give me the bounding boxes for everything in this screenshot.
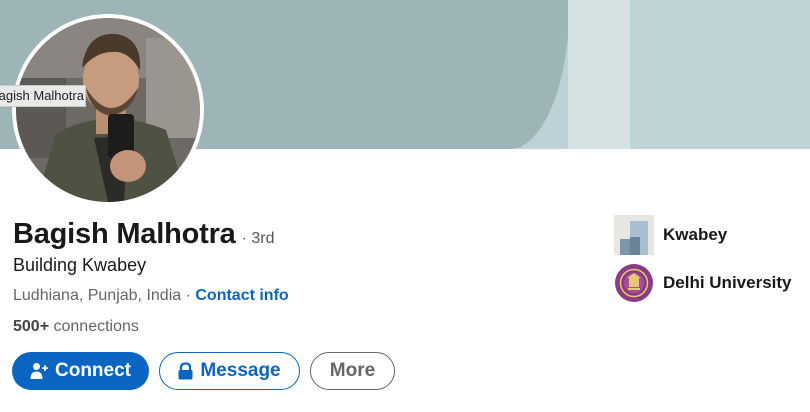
profile-name: Bagish Malhotra (13, 218, 236, 250)
lock-icon (178, 362, 193, 380)
contact-info-link[interactable]: Contact info (195, 287, 288, 304)
connections-count[interactable]: 500+ connections (13, 318, 139, 336)
add-person-icon (30, 362, 48, 380)
company-name: Kwabey (663, 225, 728, 244)
school-name: Delhi University (663, 273, 792, 292)
profile-headline: Building Kwabey (13, 255, 147, 275)
connect-label: Connect (55, 360, 131, 381)
name-row: Bagish Malhotra · 3rd (13, 218, 275, 251)
profile-avatar[interactable] (12, 14, 204, 206)
education-school[interactable]: Delhi University (614, 263, 792, 303)
connect-button[interactable]: Connect (12, 352, 149, 390)
location-separator: · (181, 287, 196, 304)
banner-shape-middle (568, 0, 630, 149)
profile-location: Ludhiana, Punjab, India (13, 287, 182, 304)
connection-degree: · 3rd (241, 230, 275, 247)
location-row: Ludhiana, Punjab, India · Contact info (13, 287, 289, 305)
more-button[interactable]: More (310, 352, 395, 390)
message-label: Message (200, 360, 281, 381)
connections-label: connections (49, 318, 139, 335)
banner-shape-right (630, 0, 810, 149)
avatar-tooltip: Bagish Malhotra (0, 85, 86, 107)
delhi-university-seal-icon (615, 264, 653, 302)
connections-number: 500+ (13, 318, 50, 335)
current-company[interactable]: Kwabey (614, 215, 727, 255)
kwabey-logo-icon (614, 215, 654, 255)
more-label: More (329, 360, 376, 381)
message-button[interactable]: Message (159, 352, 300, 390)
profile-photo (16, 18, 200, 202)
